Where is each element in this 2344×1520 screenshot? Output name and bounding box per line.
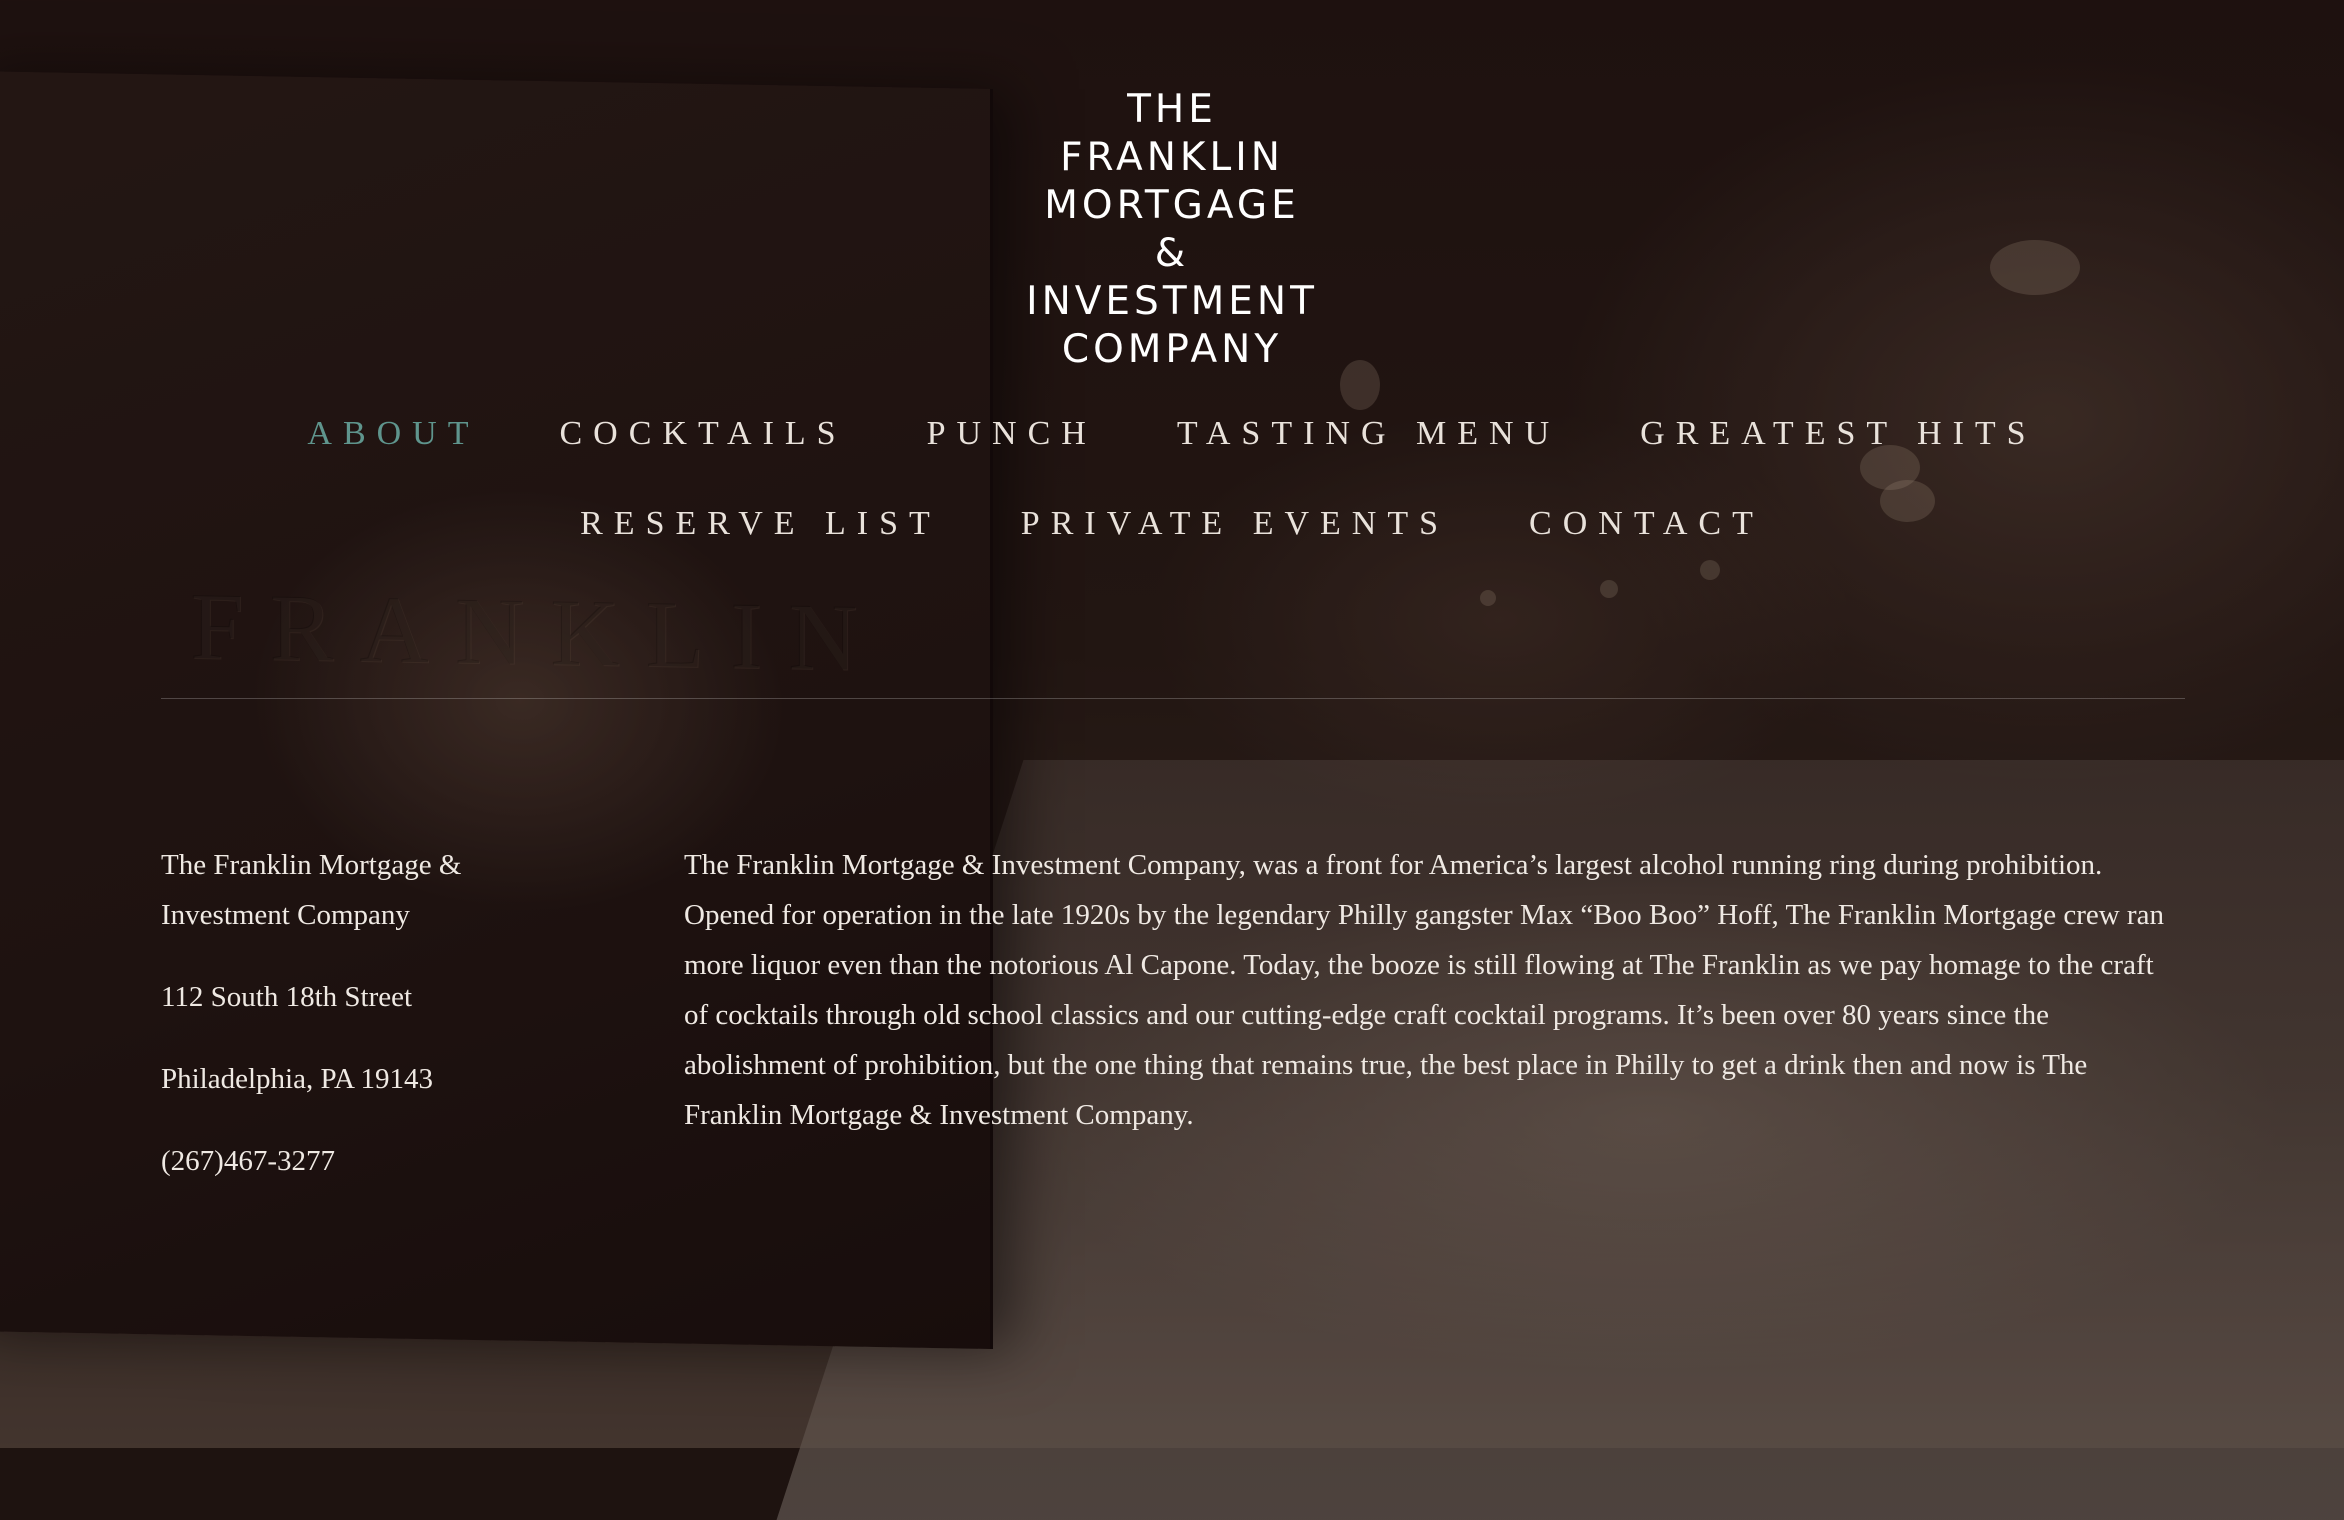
logo-line: MORTGAGE	[1044, 183, 1300, 228]
phone-number[interactable]: (267)467-3277	[161, 1136, 561, 1186]
nav-item-greatest-hits[interactable]: GREATEST HITS	[1640, 415, 2036, 453]
nav-item-cocktails[interactable]: COCKTAILS	[560, 415, 847, 453]
business-name-line1: The Franklin Mortgage &	[161, 849, 462, 881]
nav-item-tasting-menu[interactable]: TASTING MENU	[1177, 415, 1560, 453]
nav-row-secondary: RESERVE LIST PRIVATE EVENTS CONTACT	[0, 505, 2344, 543]
section-divider	[161, 698, 2185, 699]
nav-item-private-events[interactable]: PRIVATE EVENTS	[1021, 505, 1449, 543]
business-name-line2: Investment Company	[161, 899, 410, 931]
nav-item-reserve-list[interactable]: RESERVE LIST	[580, 505, 941, 543]
logo-line: &	[1154, 231, 1190, 276]
nav-row-primary: ABOUT COCKTAILS PUNCH TASTING MENU GREATEST …	[0, 415, 2344, 453]
about-paragraph: The Franklin Mortgage & Investment Compa…	[684, 849, 2164, 1131]
address-block: The Franklin Mortgage & Investment Compa…	[161, 840, 561, 1218]
city-state-zip: Philadelphia, PA 19143	[161, 1063, 434, 1095]
site-logo[interactable]: THE FRANKLIN MORTGAGE & INVESTMENT COMPA…	[0, 86, 2344, 374]
nav-item-about[interactable]: ABOUT	[307, 415, 479, 453]
nav-item-punch[interactable]: PUNCH	[927, 415, 1097, 453]
logo-line: FRANKLIN	[1060, 135, 1284, 180]
logo-line: THE	[1127, 87, 1217, 132]
logo-line: INVESTMENT	[1026, 279, 1318, 324]
street-address: 112 South 18th Street	[161, 981, 413, 1013]
logo-line: COMPANY	[1061, 327, 1283, 372]
nav-item-contact[interactable]: CONTACT	[1529, 505, 1764, 543]
business-name: The Franklin Mortgage & Investment Compa…	[161, 840, 561, 940]
